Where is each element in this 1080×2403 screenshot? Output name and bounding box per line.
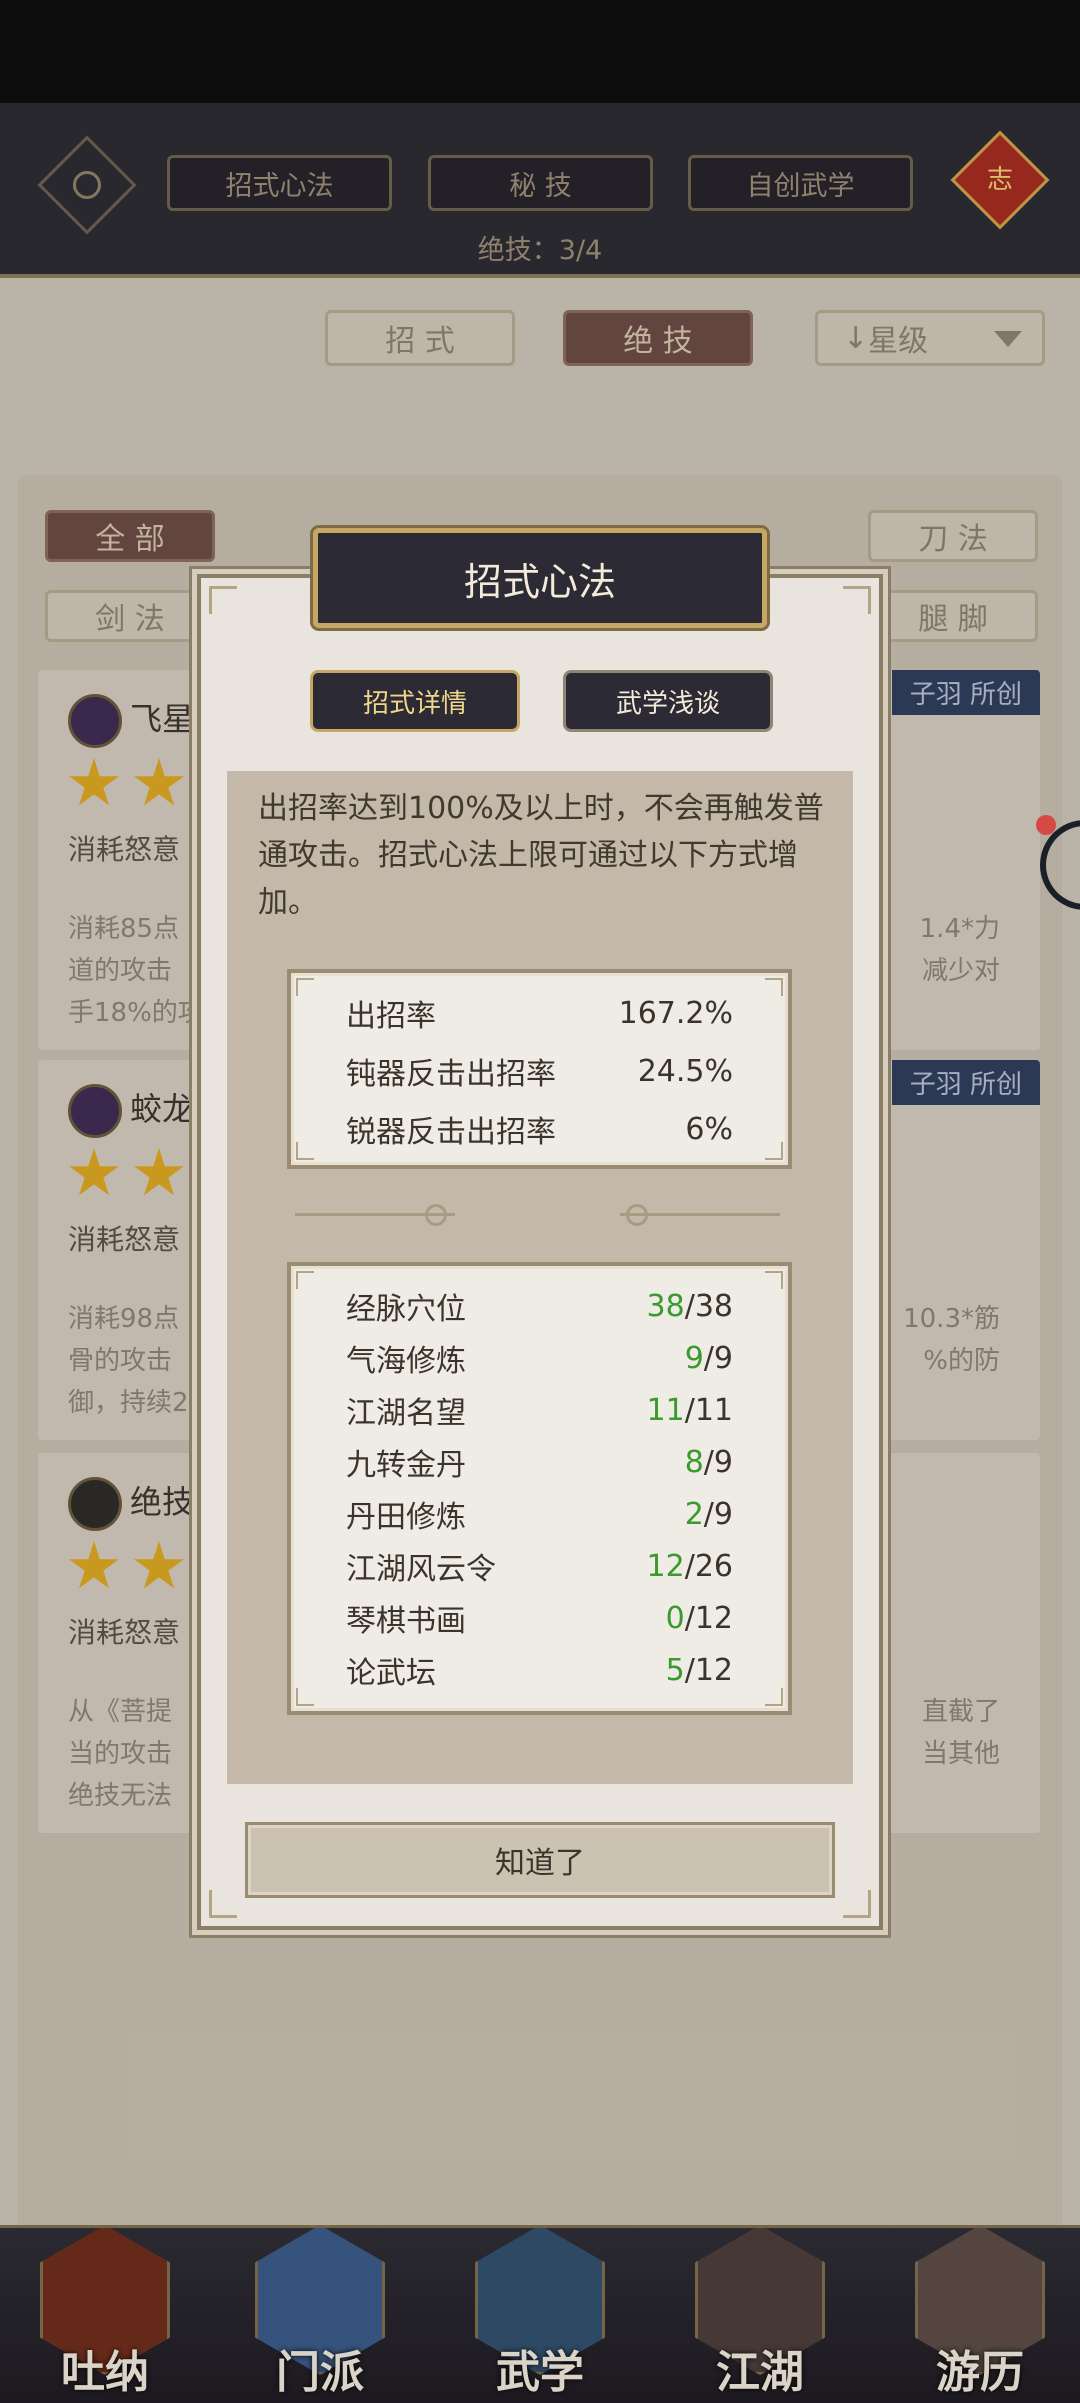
divider-ornament: [425, 1204, 447, 1226]
box-ornament: [765, 1271, 783, 1289]
source-progress: 12/26: [647, 1549, 733, 1584]
source-max: /26: [684, 1548, 733, 1584]
source-label: 九转金丹: [346, 1448, 466, 1483]
source-current: 12: [646, 1548, 685, 1584]
source-label: 论武坛: [346, 1656, 436, 1691]
source-progress: 0/12: [666, 1601, 733, 1636]
source-label: 经脉穴位: [346, 1292, 466, 1327]
source-current: 38: [646, 1288, 685, 1324]
rate-label: 钝器反击出招率: [346, 1057, 556, 1092]
source-current: 11: [646, 1392, 685, 1428]
source-max: /38: [684, 1288, 733, 1324]
source-current: 2: [684, 1496, 704, 1532]
source-current: 0: [665, 1600, 685, 1636]
tab-martial-discussion[interactable]: 武学浅谈: [563, 670, 773, 732]
source-max: /12: [684, 1652, 733, 1688]
source-label: 江湖风云令: [346, 1552, 496, 1587]
source-row: 江湖名望 11/11: [346, 1384, 733, 1436]
box-ornament: [765, 978, 783, 996]
frame-ornament: [843, 586, 871, 614]
box-ornament: [296, 1142, 314, 1160]
source-current: 5: [665, 1652, 685, 1688]
source-max: /9: [703, 1340, 733, 1376]
source-progress: 11/11: [647, 1393, 733, 1428]
source-label: 江湖名望: [346, 1396, 466, 1431]
source-row: 经脉穴位 38/38: [346, 1280, 733, 1332]
source-progress: 38/38: [647, 1289, 733, 1324]
dialog-description: 出招率达到100%及以上时，不会再触发普通攻击。招式心法上限可通过以下方式增加。: [258, 791, 824, 920]
source-current: 9: [684, 1340, 704, 1376]
box-ornament: [765, 1688, 783, 1706]
rate-row: 钝器反击出招率 24.5%: [346, 1045, 733, 1097]
source-progress: 2/9: [685, 1497, 733, 1532]
rate-value: 167.2%: [618, 995, 733, 1031]
box-ornament: [296, 978, 314, 996]
rate-row: 锐器反击出招率 6%: [346, 1103, 733, 1155]
source-max: /9: [703, 1444, 733, 1480]
rate-row: 出招率 167.2%: [346, 987, 733, 1039]
rate-value: 24.5%: [637, 1053, 733, 1089]
source-row: 九转金丹 8/9: [346, 1436, 733, 1488]
rate-label: 锐器反击出招率: [346, 1115, 556, 1150]
rate-label: 出招率: [346, 999, 436, 1034]
frame-ornament: [843, 1890, 871, 1918]
source-progress: 5/12: [666, 1653, 733, 1688]
source-row: 江湖风云令 12/26: [346, 1540, 733, 1592]
source-max: /12: [684, 1600, 733, 1636]
confirm-button[interactable]: 知道了: [245, 1822, 835, 1898]
source-label: 丹田修炼: [346, 1500, 466, 1535]
source-max: /11: [684, 1392, 733, 1428]
source-label: 气海修炼: [346, 1344, 466, 1379]
source-label: 琴棋书画: [346, 1604, 466, 1639]
box-ornament: [765, 1142, 783, 1160]
source-row: 丹田修炼 2/9: [346, 1488, 733, 1540]
frame-ornament: [209, 586, 237, 614]
source-row: 气海修炼 9/9: [346, 1332, 733, 1384]
source-box: 经脉穴位 38/38 气海修炼 9/9 江湖名望 11/11 九转金丹 8/9 …: [287, 1262, 792, 1715]
source-progress: 9/9: [685, 1341, 733, 1376]
rate-value: 6%: [685, 1111, 733, 1147]
source-row: 论武坛 5/12: [346, 1644, 733, 1696]
divider: [620, 1213, 780, 1216]
source-row: 琴棋书画 0/12: [346, 1592, 733, 1644]
dialog-title: 招式心法: [313, 528, 767, 628]
source-max: /9: [703, 1496, 733, 1532]
rate-box: 出招率 167.2% 钝器反击出招率 24.5% 锐器反击出招率 6%: [287, 969, 792, 1169]
tab-move-details[interactable]: 招式详情: [310, 670, 520, 732]
box-ornament: [296, 1271, 314, 1289]
source-progress: 8/9: [685, 1445, 733, 1480]
frame-ornament: [209, 1890, 237, 1918]
source-current: 8: [684, 1444, 704, 1480]
box-ornament: [296, 1688, 314, 1706]
